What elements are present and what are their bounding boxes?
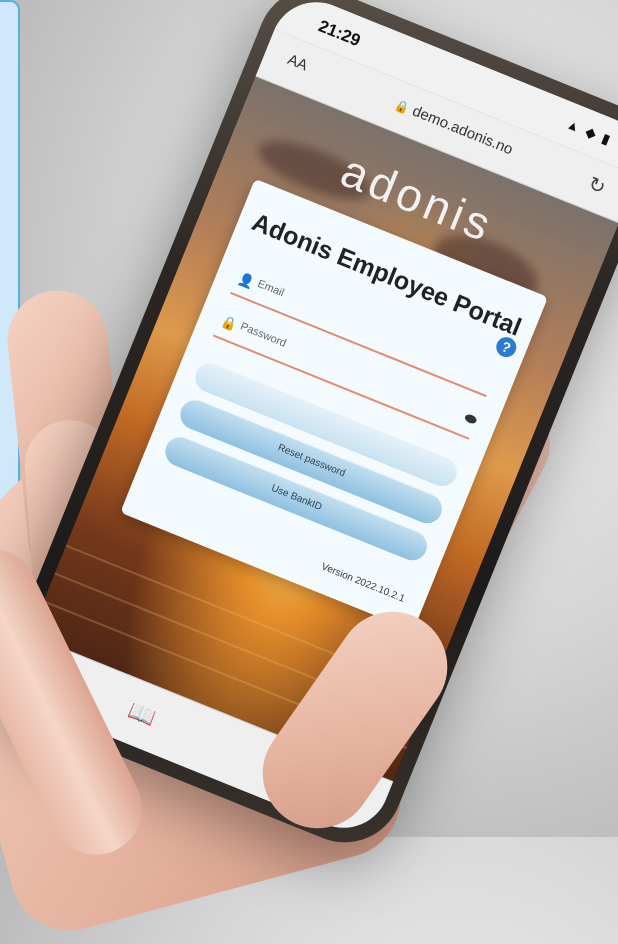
eye-icon[interactable] (463, 413, 478, 425)
photo-scene: 21:29 ▲ ◆ ▮ AA 🔒demo.adonis.no ↻ adonis … (0, 0, 618, 944)
password-placeholder: Password (238, 320, 288, 350)
version-text: Version 2022.10.2.1 (319, 561, 407, 605)
status-time: 21:29 (315, 16, 364, 51)
lock-icon: 🔒 (392, 97, 412, 116)
signal-wifi-battery-icon: ▲ ◆ ▮ (564, 116, 614, 148)
bookmarks-icon[interactable]: 📖 (124, 697, 160, 731)
text-size-button[interactable]: AA (285, 51, 310, 74)
email-placeholder: Email (255, 277, 286, 300)
user-icon: 👤 (236, 270, 257, 291)
lock-icon: 🔒 (218, 313, 240, 334)
reload-icon[interactable]: ↻ (584, 171, 609, 200)
